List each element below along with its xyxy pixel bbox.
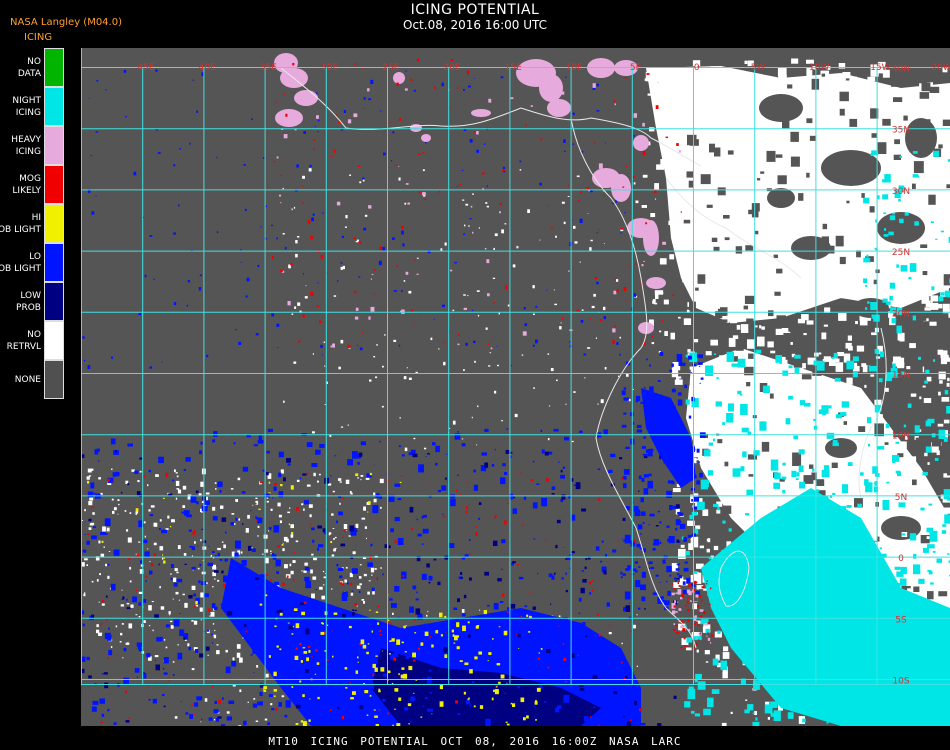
- longitude-label: 15W: [870, 63, 890, 73]
- longitude-label: 40E: [199, 63, 216, 73]
- legend-item: LOPROB LIGHT: [0, 243, 66, 282]
- latitude-label: 10S: [892, 677, 909, 687]
- longitude-label: 35E: [260, 63, 277, 73]
- longitude-label: 30E: [321, 63, 338, 73]
- legend-item: LOW PROB: [0, 282, 66, 321]
- longitude-label: 25E: [382, 63, 399, 73]
- legend-label: LOPROB LIGHT: [0, 251, 41, 274]
- legend-item: HIPROB LIGHT: [0, 204, 66, 243]
- longitude-label: 20E: [443, 63, 460, 73]
- heavy-icing-cell: [539, 74, 563, 102]
- legend-swatch: [44, 48, 64, 87]
- cloud-speckle-central: [282, 168, 639, 452]
- longitude-label: 5E: [630, 63, 642, 73]
- legend-swatch: [44, 87, 64, 126]
- latitude-label: 20N: [892, 309, 910, 319]
- footer-caption: MT10 ICING POTENTIAL OCT 08, 2016 16:00Z…: [268, 735, 682, 748]
- latitude-label: 30N: [892, 187, 910, 197]
- heavy-icing-speckle: [276, 64, 681, 350]
- legend-label: NONE: [14, 374, 41, 385]
- map-canvas: 45E 40E 35E 30E 25E 20E 15E 10E 5E 0 5W 10W 15W 20W 40…: [81, 48, 950, 734]
- latitude-label: 15N: [892, 371, 910, 381]
- legend-item: NO RETRVL: [0, 321, 66, 360]
- legend-item: NO DATA: [0, 48, 66, 87]
- legend-label: NO DATA: [17, 56, 41, 79]
- color-legend: NODATA NIGHTICING HEAVYICING MOGLIKELY HIPRO…: [0, 48, 66, 400]
- longitude-label: 45E: [137, 63, 154, 73]
- mog-likely-speckle-north: [272, 58, 682, 349]
- latitude-label: 0: [898, 554, 904, 564]
- legend-swatch: [44, 165, 64, 204]
- legend-label: NIGHT ICING: [12, 95, 41, 118]
- legend-swatch: [44, 321, 64, 360]
- longitude-label: 20W: [931, 63, 950, 73]
- legend-item: MOG LIKELY: [0, 165, 66, 204]
- latitude-label: 35N: [892, 126, 910, 136]
- icing-map: 45E 40E 35E 30E 25E 20E 15E 10E 5E 0 5W 10W 15W 20W 40…: [81, 48, 950, 734]
- legend-item: NIGHT ICING: [0, 87, 66, 126]
- latitude-label: 10N: [892, 432, 910, 442]
- legend-swatch: [44, 282, 64, 321]
- legend-swatch: [44, 243, 64, 282]
- heavy-icing-cell: [471, 109, 491, 117]
- coastline-north-africa: [280, 67, 702, 167]
- heavy-icing-cell: [393, 72, 405, 84]
- latitude-label: 5S: [895, 615, 907, 625]
- legend-swatch: [44, 204, 64, 243]
- longitude-label: 10W: [809, 63, 829, 73]
- longitude-label: 0: [694, 63, 700, 73]
- legend-item: HEAVY ICING: [0, 126, 66, 165]
- latitude-label: 5N: [895, 493, 907, 503]
- heavy-icing-cell: [421, 134, 431, 142]
- longitude-label: 5W: [751, 63, 766, 73]
- heavy-icing-cell: [633, 135, 649, 151]
- longitude-label: 10E: [566, 63, 583, 73]
- heavy-icing-cell: [275, 109, 303, 127]
- latitude-label: 40N: [892, 65, 910, 75]
- product-label: ICING: [24, 32, 53, 43]
- legend-label: MOG LIKELY: [12, 173, 41, 196]
- legend-label: NO RETRVL: [6, 329, 41, 352]
- longitude-label: 15E: [505, 63, 522, 73]
- heavy-icing-cell: [410, 124, 422, 132]
- map-timestamp: Oct.08, 2016 16:00 UTC: [403, 18, 547, 32]
- legend-item: NONE: [0, 360, 66, 399]
- legend-label: LOW PROB: [16, 290, 41, 313]
- legend-swatch: [44, 126, 64, 165]
- heavy-icing-cell: [646, 277, 666, 289]
- legend-label: HIPROB LIGHT: [0, 212, 41, 235]
- map-title: ICING POTENTIAL: [410, 2, 540, 18]
- latitude-label: 25N: [892, 248, 910, 258]
- legend-label: HEAVY ICING: [11, 134, 41, 157]
- heavy-icing-cell: [611, 174, 631, 202]
- legend-swatch: [44, 360, 64, 399]
- heavy-icing-cell: [294, 90, 318, 106]
